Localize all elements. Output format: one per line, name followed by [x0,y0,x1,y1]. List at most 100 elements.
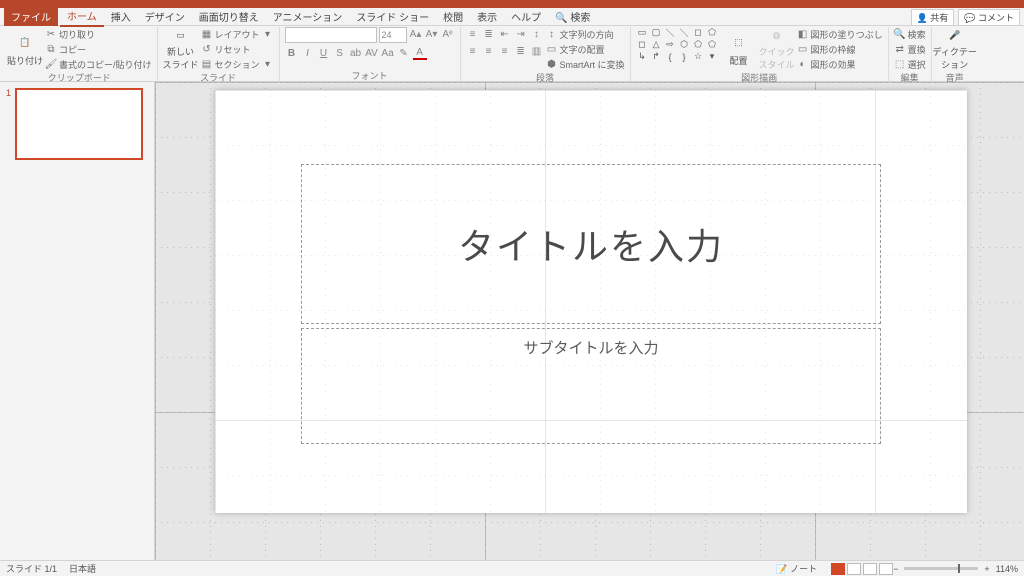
zoom-value[interactable]: 114% [996,564,1018,574]
zoom-in-button[interactable]: + [984,564,989,574]
shape-fill-button[interactable]: ◧図形の塗りつぶし [797,27,883,41]
justify-button[interactable]: ≣ [514,44,528,58]
language-indicator[interactable]: 日本語 [69,562,96,575]
copy-button[interactable]: ⧉コピー [45,42,152,56]
subtitle-placeholder[interactable]: サブタイトルを入力 [301,328,881,444]
slide-thumbnail-1[interactable] [15,88,143,160]
shape-effects-button[interactable]: ◐図形の効果 [797,57,883,71]
paste-button[interactable]: 📋 貼り付け [7,27,43,71]
shapes-gallery[interactable]: ▭▢＼＼◻⬠ ◻△⇨⬡⬠⬠ ↳↱{}☆▾ [636,27,719,62]
slide-canvas-area[interactable]: タイトルを入力 サブタイトルを入力 [155,82,1024,560]
strike-button[interactable]: S [333,46,347,60]
normal-view-button[interactable] [831,563,845,575]
slide-count[interactable]: スライド 1/1 [6,562,57,575]
convert-smartart-button[interactable]: ⬢SmartArt に変換 [546,57,625,71]
ribbon: 📋 貼り付け ✂切り取り ⧉コピー 🖌書式のコピー/貼り付け クリップボード ▭… [0,26,1024,82]
format-painter-button[interactable]: 🖌書式のコピー/貼り付け [45,57,152,71]
arrange-button[interactable]: ⬚ 配置 [721,27,757,71]
shape-outline-button[interactable]: ▭図形の枠線 [797,42,883,56]
share-label: 共有 [930,13,948,23]
workspace: 1 タイトルを入力 サブタイトルを入力 [0,82,1024,560]
tab-home[interactable]: ホーム [60,6,104,27]
select-icon: ⬚ [894,58,906,70]
group-slides: ▭ 新しい スライド ▦レイアウト▾ ↺リセット ▤セクション▾ スライド [158,27,280,83]
tab-transitions[interactable]: 画面切り替え [192,7,266,26]
comment-label: コメント [978,13,1014,23]
text-direction-button[interactable]: ↕文字列の方向 [546,27,625,41]
tab-review[interactable]: 校閲 [436,7,470,26]
sorter-view-button[interactable] [847,563,861,575]
align-center-button[interactable]: ≡ [482,44,496,58]
textalign-icon: ▭ [546,43,558,55]
numbering-button[interactable]: ≣ [482,27,496,41]
effects-icon: ◐ [797,58,809,70]
tab-file[interactable]: ファイル [4,7,58,26]
notes-button[interactable]: 📝 ノート [776,562,817,575]
smartart-icon: ⬢ [546,58,558,70]
reset-button[interactable]: ↺リセット [201,42,274,56]
bullets-button[interactable]: ≡ [466,27,480,41]
share-button[interactable]: 👤 共有 [911,9,955,26]
zoom-control[interactable]: − + 114% [893,564,1018,574]
thumbnail-pane[interactable]: 1 [0,82,155,560]
zoom-thumb[interactable] [958,564,960,573]
line-spacing-button[interactable]: ↕ [530,27,544,41]
slideshow-view-button[interactable] [879,563,893,575]
tab-strip: ファイル ホーム 挿入 デザイン 画面切り替え アニメーション スライド ショー… [0,8,1024,26]
bold-button[interactable]: B [285,46,299,60]
text-align-button[interactable]: ▭文字の配置 [546,42,625,56]
italic-button[interactable]: I [301,46,315,60]
layout-icon: ▦ [201,28,213,40]
font-group-label: フォント [352,69,388,83]
section-button[interactable]: ▤セクション▾ [201,57,274,71]
increase-font-button[interactable]: A▴ [409,27,423,41]
group-drawing: ▭▢＼＼◻⬠ ◻△⇨⬡⬠⬠ ↳↱{}☆▾ ⬚ 配置 ◍ クイック スタイル ◧図… [631,27,889,83]
smartart-label: SmartArt に変換 [560,58,625,71]
find-button[interactable]: 🔍検索 [894,27,926,41]
clear-format-button[interactable]: Aᵉ [441,27,455,41]
select-button[interactable]: ⬚選択 [894,57,926,71]
tab-insert[interactable]: 挿入 [104,7,138,26]
shadow-button[interactable]: ab [349,46,363,60]
paste-label: 貼り付け [7,54,43,67]
decrease-font-button[interactable]: A▾ [425,27,439,41]
highlight-button[interactable]: ✎ [397,46,411,60]
underline-button[interactable]: U [317,46,331,60]
font-size-input[interactable]: 24 [379,27,407,43]
format-painter-label: 書式のコピー/貼り付け [59,58,152,71]
zoom-slider[interactable] [904,567,978,570]
dictate-button[interactable]: 🎤 ディクテー ション [937,27,973,71]
reading-view-button[interactable] [863,563,877,575]
subtitle-placeholder-text: サブタイトルを入力 [523,337,658,358]
cut-button[interactable]: ✂切り取り [45,27,152,41]
font-color-button[interactable]: A [413,46,427,60]
align-left-button[interactable]: ≡ [466,44,480,58]
quick-styles-button[interactable]: ◍ クイック スタイル [759,27,795,71]
layout-button[interactable]: ▦レイアウト▾ [201,27,274,41]
font-name-input[interactable] [285,27,377,43]
copy-icon: ⧉ [45,43,57,55]
quick-styles-label: クイック スタイル [759,45,795,71]
columns-button[interactable]: ▥ [530,44,544,58]
comment-button[interactable]: 💬 コメント [958,9,1020,26]
zoom-out-button[interactable]: − [893,564,898,574]
align-right-button[interactable]: ≡ [498,44,512,58]
char-spacing-button[interactable]: AV [365,46,379,60]
tab-view[interactable]: 表示 [470,7,504,26]
textdir-label: 文字列の方向 [560,28,614,41]
change-case-button[interactable]: Aa [381,46,395,60]
new-slide-button[interactable]: ▭ 新しい スライド [163,27,199,71]
tab-search[interactable]: 🔍 検索 [548,7,597,26]
tab-design[interactable]: デザイン [138,7,192,26]
tab-help[interactable]: ヘルプ [504,7,548,26]
indent-inc-button[interactable]: ⇥ [514,27,528,41]
replace-button[interactable]: ⇄置換 [894,42,926,56]
copy-label: コピー [59,43,86,56]
reset-label: リセット [215,43,251,56]
tab-animations[interactable]: アニメーション [266,7,350,26]
textalign-label: 文字の配置 [560,43,605,56]
title-placeholder[interactable]: タイトルを入力 [301,164,881,324]
tab-slideshow[interactable]: スライド ショー [349,7,436,26]
indent-dec-button[interactable]: ⇤ [498,27,512,41]
slide[interactable]: タイトルを入力 サブタイトルを入力 [215,90,967,513]
